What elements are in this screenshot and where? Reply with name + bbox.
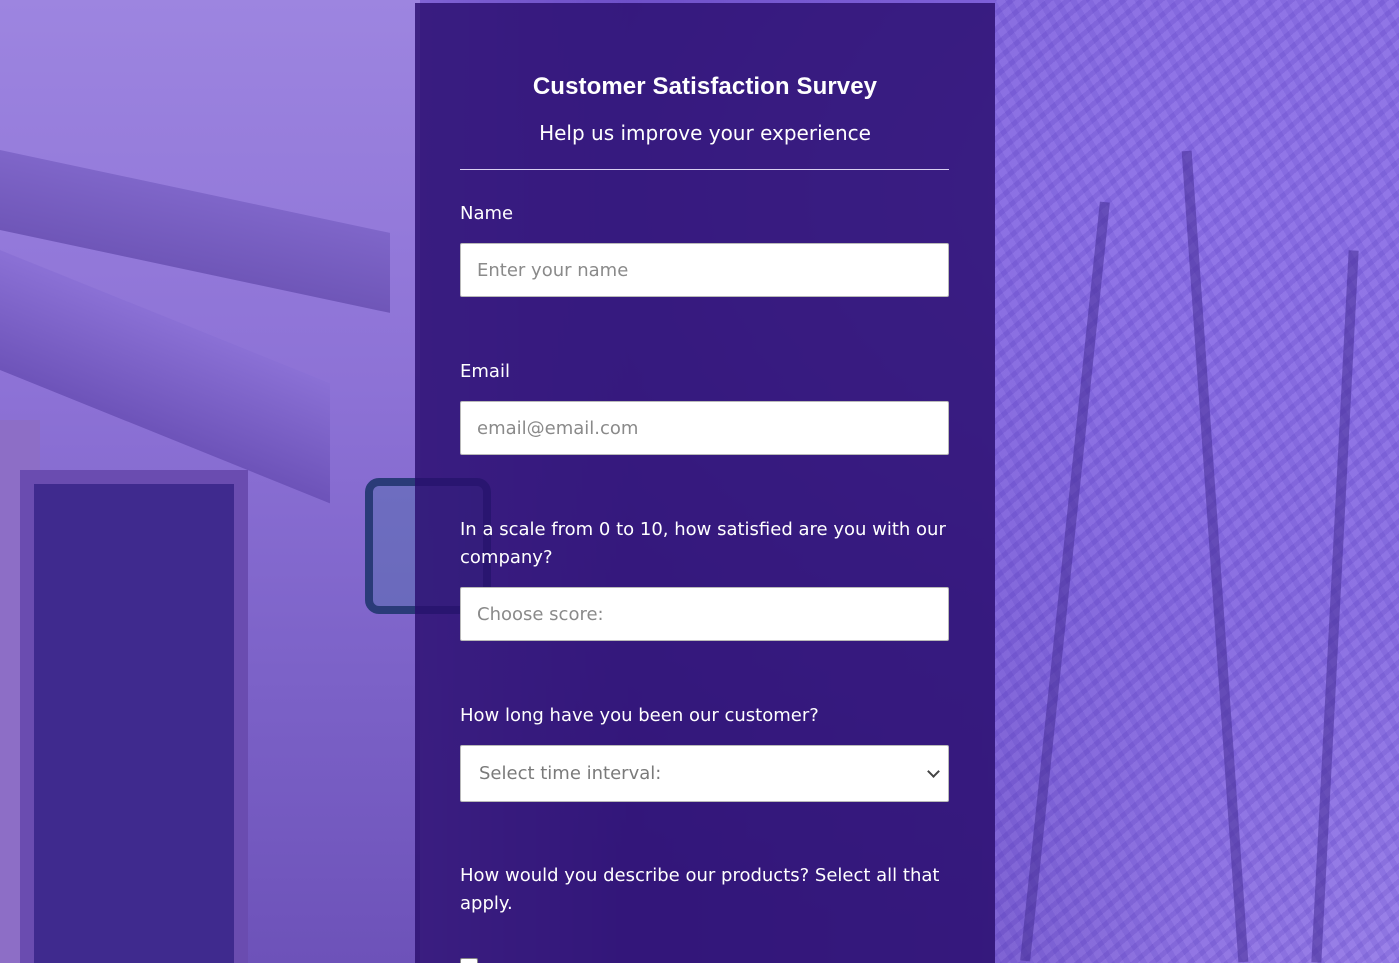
survey-title: Customer Satisfaction Survey xyxy=(532,73,878,100)
customer-duration-select[interactable]: Select time interval: xyxy=(460,745,949,802)
customer-duration-selected: Select time interval: xyxy=(479,763,662,784)
email-input[interactable] xyxy=(460,401,949,455)
name-input[interactable] xyxy=(460,243,949,297)
survey-form: Customer Satisfaction Survey Help us imp… xyxy=(415,3,995,963)
products-label: How would you describe our products? Sel… xyxy=(460,865,940,914)
email-label: Email xyxy=(460,361,510,382)
chevron-down-icon xyxy=(927,765,940,778)
shop-door xyxy=(20,470,248,963)
product-checkbox[interactable] xyxy=(460,958,478,963)
customer-duration-label: How long have you been our customer? xyxy=(460,705,819,726)
survey-subtitle: Help us improve your experience xyxy=(539,121,871,145)
score-label: In a scale from 0 to 10, how satisfied a… xyxy=(460,519,946,568)
name-label: Name xyxy=(460,203,514,224)
score-input[interactable] xyxy=(460,587,949,641)
divider xyxy=(460,169,949,170)
